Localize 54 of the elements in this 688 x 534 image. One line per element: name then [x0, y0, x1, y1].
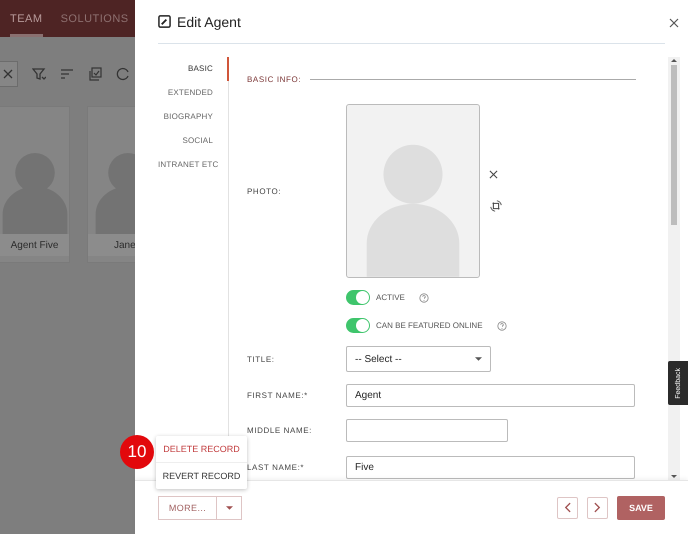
scroll-up-icon[interactable] — [671, 59, 677, 62]
input-field[interactable]: Five — [346, 456, 635, 479]
close-icon[interactable] — [669, 18, 679, 28]
avatar-icon — [96, 153, 135, 234]
field-label: MIDDLE NAME: — [247, 426, 313, 435]
input-field[interactable] — [346, 419, 508, 442]
dropdown-button[interactable] — [217, 496, 242, 520]
section-tab[interactable]: SOCIAL — [158, 129, 229, 153]
nav-tab[interactable]: TEAM — [10, 0, 43, 37]
chevron-right-icon — [594, 502, 601, 513]
field-label: PHOTO: — [247, 186, 282, 196]
more-button[interactable]: MORE... — [158, 496, 217, 520]
previous-button[interactable] — [557, 496, 578, 518]
menu-item[interactable]: REVERT RECORD — [156, 463, 247, 489]
field-label: TITLE: — [247, 354, 276, 364]
toggle-label: CAN BE FEATURED ONLINE — [376, 321, 483, 330]
toggle-switch[interactable] — [346, 318, 370, 333]
copy-icon[interactable] — [88, 67, 102, 81]
nav-tab[interactable]: SOLUTIONS — [60, 0, 129, 37]
section-tab[interactable]: BIOGRAPHY — [158, 105, 229, 129]
close-icon[interactable] — [3, 69, 13, 79]
agent-card[interactable]: Jane — [87, 106, 135, 263]
field-label: LAST NAME:* — [247, 463, 306, 472]
sort-icon[interactable] — [60, 67, 74, 81]
edit-icon — [158, 15, 171, 28]
caret-icon — [475, 357, 482, 361]
save-button[interactable]: SAVE — [617, 496, 665, 520]
section-tab[interactable]: INTRANET ETC — [158, 153, 229, 177]
search-field[interactable] — [0, 61, 18, 87]
select-dropdown[interactable]: -- Select -- — [346, 346, 491, 372]
section-tab[interactable]: EXTENDED — [158, 81, 229, 105]
filter-icon[interactable] — [32, 67, 46, 81]
refresh-icon[interactable] — [116, 67, 130, 81]
agent-card[interactable]: Agent Five — [0, 106, 70, 263]
crop-icon[interactable] — [489, 198, 503, 212]
help-icon[interactable] — [496, 320, 507, 330]
field-label: FIRST NAME:* — [247, 391, 309, 400]
section-heading: BASIC INFO: — [247, 74, 302, 84]
scroll-down-icon[interactable] — [671, 475, 677, 478]
help-icon[interactable] — [418, 292, 429, 302]
chevron-left-icon — [564, 502, 571, 513]
section-tab[interactable]: BASIC — [158, 57, 229, 81]
scrollbar[interactable] — [668, 57, 680, 480]
toggle-label: ACTIVE — [376, 293, 405, 302]
agent-name: Jane — [88, 234, 135, 256]
menu-item[interactable]: DELETE RECORD — [156, 436, 247, 463]
toggle-switch[interactable] — [346, 290, 370, 305]
next-button[interactable] — [587, 496, 608, 518]
avatar-icon — [2, 153, 67, 234]
input-field[interactable]: Agent — [346, 384, 635, 407]
dialog-title: Edit Agent — [177, 14, 241, 30]
remove-icon[interactable] — [489, 170, 498, 178]
agent-name: Agent Five — [0, 234, 69, 256]
caret-icon — [226, 506, 232, 510]
